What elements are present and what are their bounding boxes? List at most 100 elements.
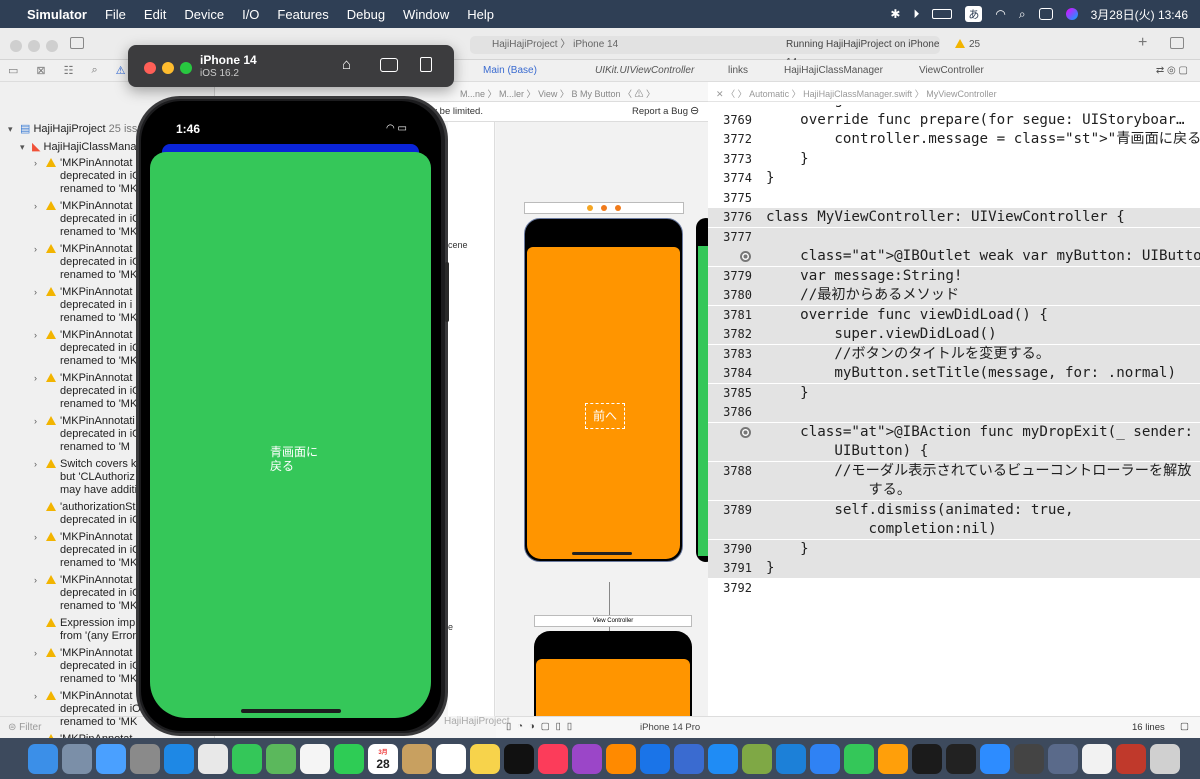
code-line[interactable]: 3780 //最初からあるメソッド [708, 286, 1200, 305]
code-line[interactable]: 3779 var message:String! [708, 266, 1200, 286]
code-line[interactable]: 3773 } [708, 150, 1200, 169]
dock-chrome-icon[interactable] [198, 743, 228, 774]
code-line[interactable]: class="at">@IBOutlet weak var myButton: … [708, 247, 1200, 266]
close-button[interactable] [10, 40, 22, 52]
inspector-toggle-icon[interactable] [1170, 37, 1184, 49]
disclosure-icon[interactable]: › [34, 648, 46, 658]
dock-app-store-icon[interactable] [708, 743, 738, 774]
play-icon[interactable]: ⏵ [913, 7, 919, 22]
disclosure-icon[interactable]: › [34, 287, 46, 297]
scene-dock[interactable] [524, 202, 684, 214]
dock-facetime-icon[interactable] [334, 743, 364, 774]
breadcrumb-my-button[interactable]: My Button [580, 89, 621, 99]
dock-vs-code-icon[interactable] [776, 743, 806, 774]
source-control-icon[interactable]: ⊠ [36, 64, 45, 77]
screenshot-icon[interactable] [380, 58, 398, 72]
dock-mail-icon[interactable] [96, 743, 126, 774]
dock-notes-icon[interactable] [402, 743, 432, 774]
sim-close-button[interactable] [144, 62, 156, 74]
dock-terminal-icon[interactable] [946, 743, 976, 774]
segue-line[interactable] [609, 582, 610, 638]
disclosure-icon[interactable]: › [34, 691, 46, 701]
connection-dot-icon[interactable] [740, 426, 751, 438]
destination-selector[interactable]: iPhone 14 [573, 39, 618, 50]
code-line[interactable]: 3789 self.dismiss(animated: true, [708, 500, 1200, 520]
menu-io[interactable]: I/O [233, 7, 268, 22]
disclosure-icon[interactable]: › [34, 201, 46, 211]
jump-file[interactable]: HajiHajiClassManager.swift [803, 89, 912, 99]
dock-simulator-icon[interactable] [912, 743, 942, 774]
dock-messages-icon[interactable] [232, 743, 262, 774]
code-line[interactable]: 3777 [708, 227, 1200, 247]
code-line[interactable]: する。 [708, 481, 1200, 500]
dock-xcode-beta-icon[interactable] [742, 743, 772, 774]
code-line[interactable]: 3769 override func prepare(for segue: UI… [708, 111, 1200, 130]
rotate-icon[interactable] [420, 57, 432, 72]
issue-icon[interactable]: ⚠ [116, 64, 126, 77]
find-icon[interactable]: ⌕ [92, 64, 98, 77]
code-line[interactable]: 3791} [708, 559, 1200, 578]
wifi-icon[interactable]: ◠ [995, 7, 1005, 21]
dock-notes-icon[interactable] [470, 743, 500, 774]
orange-scene-frame[interactable]: 前へ [524, 218, 683, 562]
report-bug-button[interactable]: Report a Bug [632, 106, 688, 117]
code-editor[interactable]: links HajiHajiClassManager ViewControlle… [708, 60, 1200, 738]
code-line[interactable]: 3783 //ボタンのタイトルを変更する。 [708, 344, 1200, 364]
dock-reminders-icon[interactable] [436, 743, 466, 774]
outline-scene-label[interactable]: cene [448, 240, 468, 250]
dock-keynote-icon[interactable] [810, 743, 840, 774]
second-scene-view[interactable] [536, 659, 690, 716]
code-line[interactable]: 3775 [708, 189, 1200, 208]
menu-file[interactable]: File [96, 7, 135, 22]
dock-instruments-icon[interactable] [674, 743, 704, 774]
symbol-icon[interactable]: ☷ [64, 64, 74, 77]
ib-controls-icon[interactable]: ▯◔◑▢▯▯ [506, 721, 578, 732]
back-forward-icon[interactable]: 〈 ⚠ 〉 [623, 89, 655, 99]
dock-calendar-icon[interactable]: 3月 28 [368, 743, 398, 774]
dock-maps-icon[interactable] [266, 743, 296, 774]
breadcrumb-b[interactable]: B [571, 89, 577, 99]
filter-input[interactable]: Filter [19, 722, 41, 733]
zoom-button[interactable] [46, 40, 58, 52]
sidebar-toggle-icon[interactable] [70, 37, 84, 49]
code-line[interactable]: 3786 [708, 403, 1200, 422]
outline-label[interactable]: e [448, 622, 453, 632]
bluetooth-icon[interactable]: ✱ [890, 7, 900, 21]
arrow-circle-icon[interactable]: ⊖ [690, 104, 699, 117]
sim-minimize-button[interactable] [162, 62, 174, 74]
back-button[interactable]: 青画面に 戻る [270, 445, 318, 473]
clock[interactable]: 3月28日(火) 13:46 [1091, 6, 1188, 23]
code-line[interactable]: 3790 } [708, 539, 1200, 559]
breadcrumb-scene[interactable]: M...ne [460, 89, 485, 99]
orange-scene-view[interactable]: 前へ [527, 247, 680, 559]
input-method-indicator[interactable]: あ [965, 6, 983, 22]
dock-podcasts-icon[interactable] [572, 743, 602, 774]
disclosure-icon[interactable]: › [34, 575, 46, 585]
tab-view-controller[interactable]: ViewController [919, 65, 984, 76]
storyboard-canvas[interactable]: 前へ View Controller [496, 122, 708, 716]
menu-features[interactable]: Features [268, 7, 337, 22]
exit-icon[interactable] [615, 205, 621, 211]
menu-debug[interactable]: Debug [338, 7, 394, 22]
dock-preview-icon[interactable] [1048, 743, 1078, 774]
tab-class-manager[interactable]: HajiHajiClassManager [784, 65, 883, 76]
disclosure-icon[interactable]: › [34, 459, 46, 469]
code-line[interactable]: 3785 } [708, 383, 1200, 403]
second-scene-dock[interactable]: View Controller [534, 615, 692, 627]
dock-safari-icon[interactable] [164, 743, 194, 774]
nav-back-icon[interactable]: 〈 〉 [726, 89, 747, 99]
code-line[interactable]: 3776 class MyViewController: UIViewContro… [708, 208, 1200, 227]
side-button[interactable] [445, 262, 449, 322]
disclosure-icon[interactable]: › [34, 244, 46, 254]
code-line[interactable]: 3772 controller.message = class="st">"青画… [708, 130, 1200, 149]
dock-system-settings-icon[interactable] [130, 743, 160, 774]
siri-icon[interactable] [1065, 8, 1078, 20]
jump-automatic[interactable]: Automatic [749, 89, 789, 99]
dock-books-icon[interactable] [606, 743, 636, 774]
dock-pages-icon[interactable] [878, 743, 908, 774]
menu-help[interactable]: Help [458, 7, 503, 22]
device-selector[interactable]: iPhone 14 Pro [640, 722, 700, 733]
disclosure-icon[interactable]: › [34, 416, 46, 426]
folder-icon[interactable]: ▭ [8, 64, 18, 77]
code-line[interactable]: 3792 [708, 579, 1200, 598]
